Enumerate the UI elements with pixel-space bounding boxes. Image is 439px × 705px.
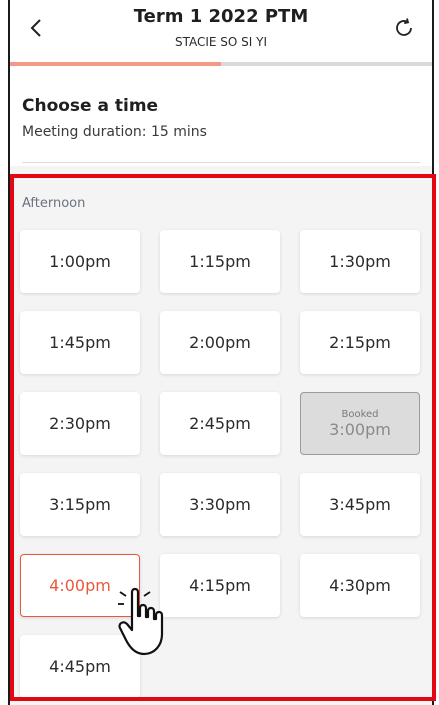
page-title: Term 1 2022 PTM [133, 6, 309, 27]
time-slot-400pm[interactable]: 4:00pm [20, 554, 140, 617]
time-slot-145pm[interactable]: 1:45pm [20, 311, 140, 374]
app-header: Term 1 2022 PTM STACIE SO SI YI [10, 0, 432, 64]
slot-time: 3:00pm [329, 419, 391, 439]
choose-time-heading: Choose a time [22, 96, 159, 116]
divider [22, 162, 420, 163]
time-slot-345pm[interactable]: 3:45pm [300, 473, 420, 536]
time-slot-430pm[interactable]: 4:30pm [300, 554, 420, 617]
time-slot-115pm[interactable]: 1:15pm [160, 230, 280, 293]
refresh-icon [396, 18, 412, 36]
time-slot-315pm[interactable]: 3:15pm [20, 473, 140, 536]
time-slot-200pm[interactable]: 2:00pm [160, 311, 280, 374]
section-label-afternoon: Afternoon [22, 196, 86, 211]
time-slot-215pm[interactable]: 2:15pm [300, 311, 420, 374]
booked-label: Booked [341, 408, 379, 420]
time-slot-330pm[interactable]: 3:30pm [160, 473, 280, 536]
time-slot-100pm[interactable]: 1:00pm [20, 230, 140, 293]
student-name: STACIE SO SI YI [174, 35, 268, 49]
time-slot-415pm[interactable]: 4:15pm [160, 554, 280, 617]
time-slot-230pm[interactable]: 2:30pm [20, 392, 140, 455]
time-slot-130pm[interactable]: 1:30pm [300, 230, 420, 293]
refresh-button[interactable] [390, 14, 418, 42]
meeting-duration: Meeting duration: 15 mins [22, 124, 207, 140]
phone-screen: Term 1 2022 PTM STACIE SO SI YI Choose a… [8, 0, 434, 705]
time-slot-445pm[interactable]: 4:45pm [20, 635, 140, 698]
time-slot-245pm[interactable]: 2:45pm [160, 392, 280, 455]
info-panel: Choose a time Meeting duration: 15 mins [10, 66, 432, 166]
time-slot-300pm-booked: Booked 3:00pm [300, 392, 420, 455]
